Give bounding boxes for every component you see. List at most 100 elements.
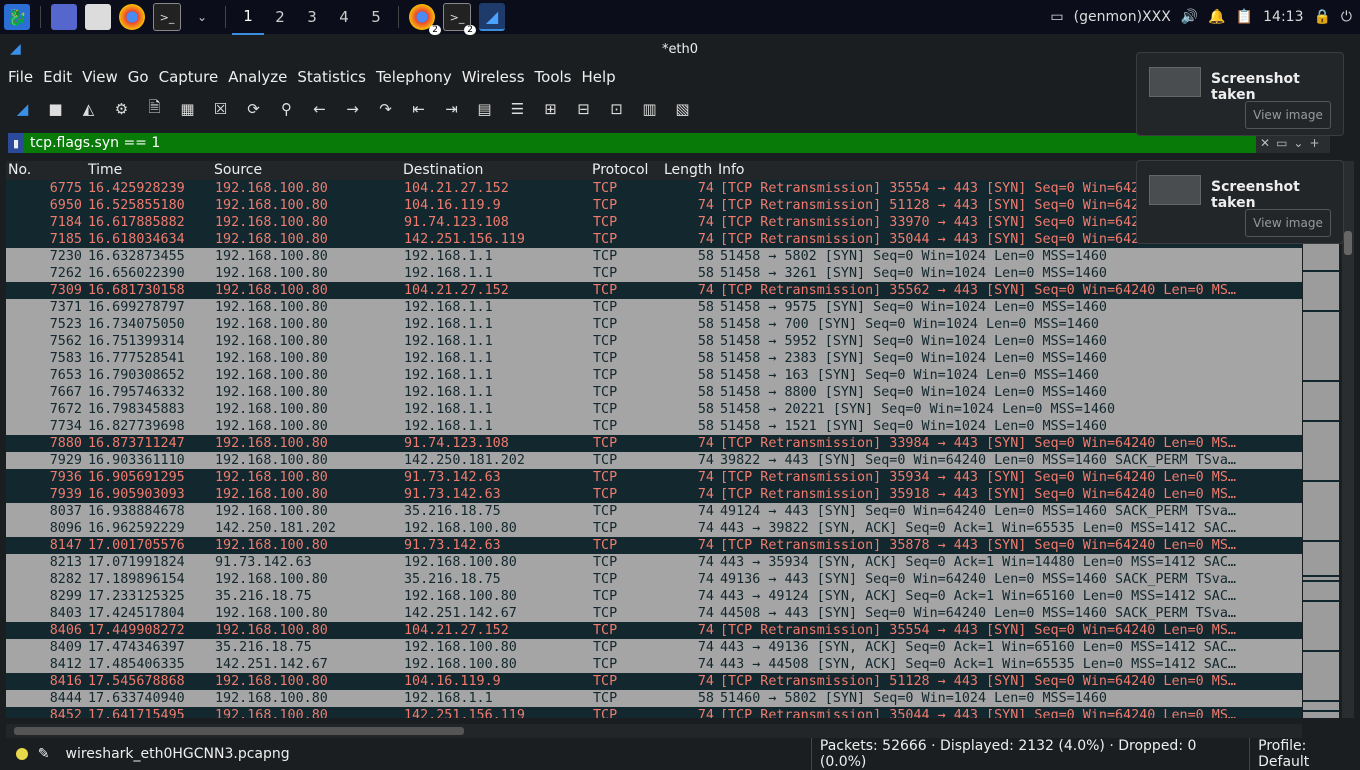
chevron-down-icon[interactable]: ⌄ [189,4,215,30]
capture-options-icon[interactable]: ⚙ [109,97,134,122]
zoom-in-icon[interactable]: ⊞ [538,97,563,122]
last-packet-icon[interactable]: ⇥ [439,97,464,122]
packet-row[interactable]: 7880 16.873711247 192.168.100.80 91.74.123.… [6,435,1302,452]
go-back-icon[interactable]: ← [307,97,332,122]
terminal-icon[interactable]: >_ [153,3,181,31]
profile-label[interactable]: Profile: Default [1249,738,1360,770]
menu-capture[interactable]: Capture [159,68,219,86]
autoscroll-icon[interactable]: ▤ [472,97,497,122]
menu-telephony[interactable]: Telephony [376,68,452,86]
lock-icon[interactable]: 🔒 [1313,9,1330,25]
expert-info-led-icon[interactable] [16,748,28,760]
terminal-window-button[interactable]: >_ 2 [443,3,476,35]
clear-filter-icon[interactable]: ✕ [1260,136,1270,150]
packet-row[interactable]: 7184 16.617885882 192.168.100.80 91.74.123.… [6,214,1302,231]
go-to-packet-icon[interactable]: ↷ [373,97,398,122]
bookmark-icon[interactable]: ▮ [8,133,24,153]
workspace-2[interactable]: 2 [264,0,296,34]
clock[interactable]: 14:13 [1263,9,1303,25]
packet-row[interactable]: 8299 17.233125325 35.216.18.75 192.168.100.… [6,588,1302,605]
vertical-scrollbar[interactable] [1342,161,1354,718]
close-file-icon[interactable]: ☒ [208,97,233,122]
volume-icon[interactable]: 🔊 [1181,9,1198,25]
column-header-source[interactable]: Source [214,162,262,178]
view-image-button[interactable]: View image [1245,209,1331,237]
file-manager-icon[interactable] [85,4,111,30]
display-icon[interactable]: ▭ [1050,9,1063,25]
packet-row[interactable]: 8406 17.449908272 192.168.100.80 104.21.27.… [6,622,1302,639]
packet-row[interactable]: 7929 16.903361110 192.168.100.80 142.250.18… [6,452,1302,469]
menu-statistics[interactable]: Statistics [297,68,366,86]
zoom-out-icon[interactable]: ⊟ [571,97,596,122]
packet-row[interactable]: 7262 16.656022390 192.168.100.80 192.168.1.… [6,265,1302,282]
desktop-icon[interactable] [51,4,77,30]
scrollbar-thumb[interactable] [1344,231,1352,255]
chrome-icon[interactable] [119,4,145,30]
packet-row[interactable]: 7185 16.618034634 192.168.100.80 142.251.15… [6,231,1302,248]
scrollbar-thumb[interactable] [14,727,464,735]
packet-row[interactable]: 8444 17.633740940 192.168.100.80 192.168.1.… [6,690,1302,707]
column-header-info[interactable]: Info [718,162,745,178]
menu-wireless[interactable]: Wireless [462,68,525,86]
display-filter-input[interactable] [28,134,632,152]
menu-tools[interactable]: Tools [535,68,572,86]
workspace-4[interactable]: 4 [328,0,360,34]
packet-row[interactable]: 7523 16.734075050 192.168.100.80 192.168.1.… [6,316,1302,333]
packet-row[interactable]: 8147 17.001705576 192.168.100.80 91.73.142.… [6,537,1302,554]
stop-capture-icon[interactable]: ■ [43,97,68,122]
packet-minimap[interactable] [1303,180,1339,718]
column-header-no[interactable]: No. [8,162,31,178]
packet-row[interactable]: 7653 16.790308652 192.168.100.80 192.168.1.… [6,367,1302,384]
menu-go[interactable]: Go [128,68,149,86]
horizontal-scrollbar[interactable] [6,724,1302,738]
packet-row[interactable]: 8412 17.485406335 142.251.142.67 192.168.10… [6,656,1302,673]
packet-row[interactable]: 8282 17.189896154 192.168.100.80 35.216.18.… [6,571,1302,588]
save-file-icon[interactable]: ▦ [175,97,200,122]
first-packet-icon[interactable]: ⇤ [406,97,431,122]
packet-row[interactable]: 8213 17.071991824 91.73.142.63 192.168.100.… [6,554,1302,571]
apply-filter-icon[interactable]: ▭ [1276,136,1287,150]
chrome-window-button[interactable]: 2 [409,4,441,35]
packet-row[interactable]: 7939 16.905903093 192.168.100.80 91.73.142.… [6,486,1302,503]
reload-file-icon[interactable]: ⟳ [241,97,266,122]
workspace-1[interactable]: 1 [232,0,264,35]
workspace-3[interactable]: 3 [296,0,328,34]
column-header-time[interactable]: Time [88,162,122,178]
packet-row[interactable]: 7667 16.795746332 192.168.100.80 192.168.1.… [6,384,1302,401]
colorize-icon[interactable]: ☰ [505,97,530,122]
packet-row[interactable]: 8037 16.938884678 192.168.100.80 35.216.18.… [6,503,1302,520]
power-icon[interactable]: ⏻ [1341,9,1352,25]
packet-row[interactable]: 8409 17.474346397 35.216.18.75 192.168.100.… [6,639,1302,656]
packet-row[interactable]: 8452 17.641715495 192.168.100.80 142.251.15… [6,707,1302,718]
packet-row[interactable]: 7734 16.827739698 192.168.100.80 192.168.1.… [6,418,1302,435]
start-capture-icon[interactable]: ◢ [10,97,35,122]
filter-dropdown-icon[interactable]: ⌄ [1293,136,1303,150]
column-header-protocol[interactable]: Protocol [592,162,648,178]
normal-size-icon[interactable]: ⊡ [604,97,629,122]
menu-view[interactable]: View [82,68,118,86]
add-filter-button-icon[interactable]: + [1309,136,1319,150]
view-image-button[interactable]: View image [1245,101,1331,129]
packet-row[interactable]: 7309 16.681730158 192.168.100.80 104.21.27.… [6,282,1302,299]
wireshark-window-button[interactable]: ◢ [479,3,505,31]
packet-row[interactable]: 7936 16.905691295 192.168.100.80 91.73.142.… [6,469,1302,486]
packet-row[interactable]: 6950 16.525855180 192.168.100.80 104.16.119… [6,197,1302,214]
expand-subtrees-icon[interactable]: ▧ [670,97,695,122]
menu-analyze[interactable]: Analyze [228,68,287,86]
packet-row[interactable]: 7562 16.751399314 192.168.100.80 192.168.1.… [6,333,1302,350]
packet-row[interactable]: 7230 16.632873455 192.168.100.80 192.168.1.… [6,248,1302,265]
workspace-5[interactable]: 5 [360,0,392,34]
column-header-destination[interactable]: Destination [403,162,483,178]
kali-menu-icon[interactable]: 🐉 [4,4,30,30]
packet-row[interactable]: 7583 16.777528541 192.168.100.80 192.168.1.… [6,350,1302,367]
capture-comment-icon[interactable]: ✎ [38,746,50,762]
go-forward-icon[interactable]: → [340,97,365,122]
packet-row[interactable]: 8403 17.424517804 192.168.100.80 142.251.14… [6,605,1302,622]
column-header-length[interactable]: Length [664,162,712,178]
packet-row[interactable]: 6775 16.425928239 192.168.100.80 104.21.27.… [6,180,1302,197]
menu-file[interactable]: File [8,68,33,86]
packet-row[interactable]: 8096 16.962592229 142.250.181.202 192.168.1… [6,520,1302,537]
resize-columns-icon[interactable]: ▥ [637,97,662,122]
open-file-icon[interactable]: 🗎 [142,97,167,122]
packet-row[interactable]: 8416 17.545678868 192.168.100.80 104.16.119… [6,673,1302,690]
